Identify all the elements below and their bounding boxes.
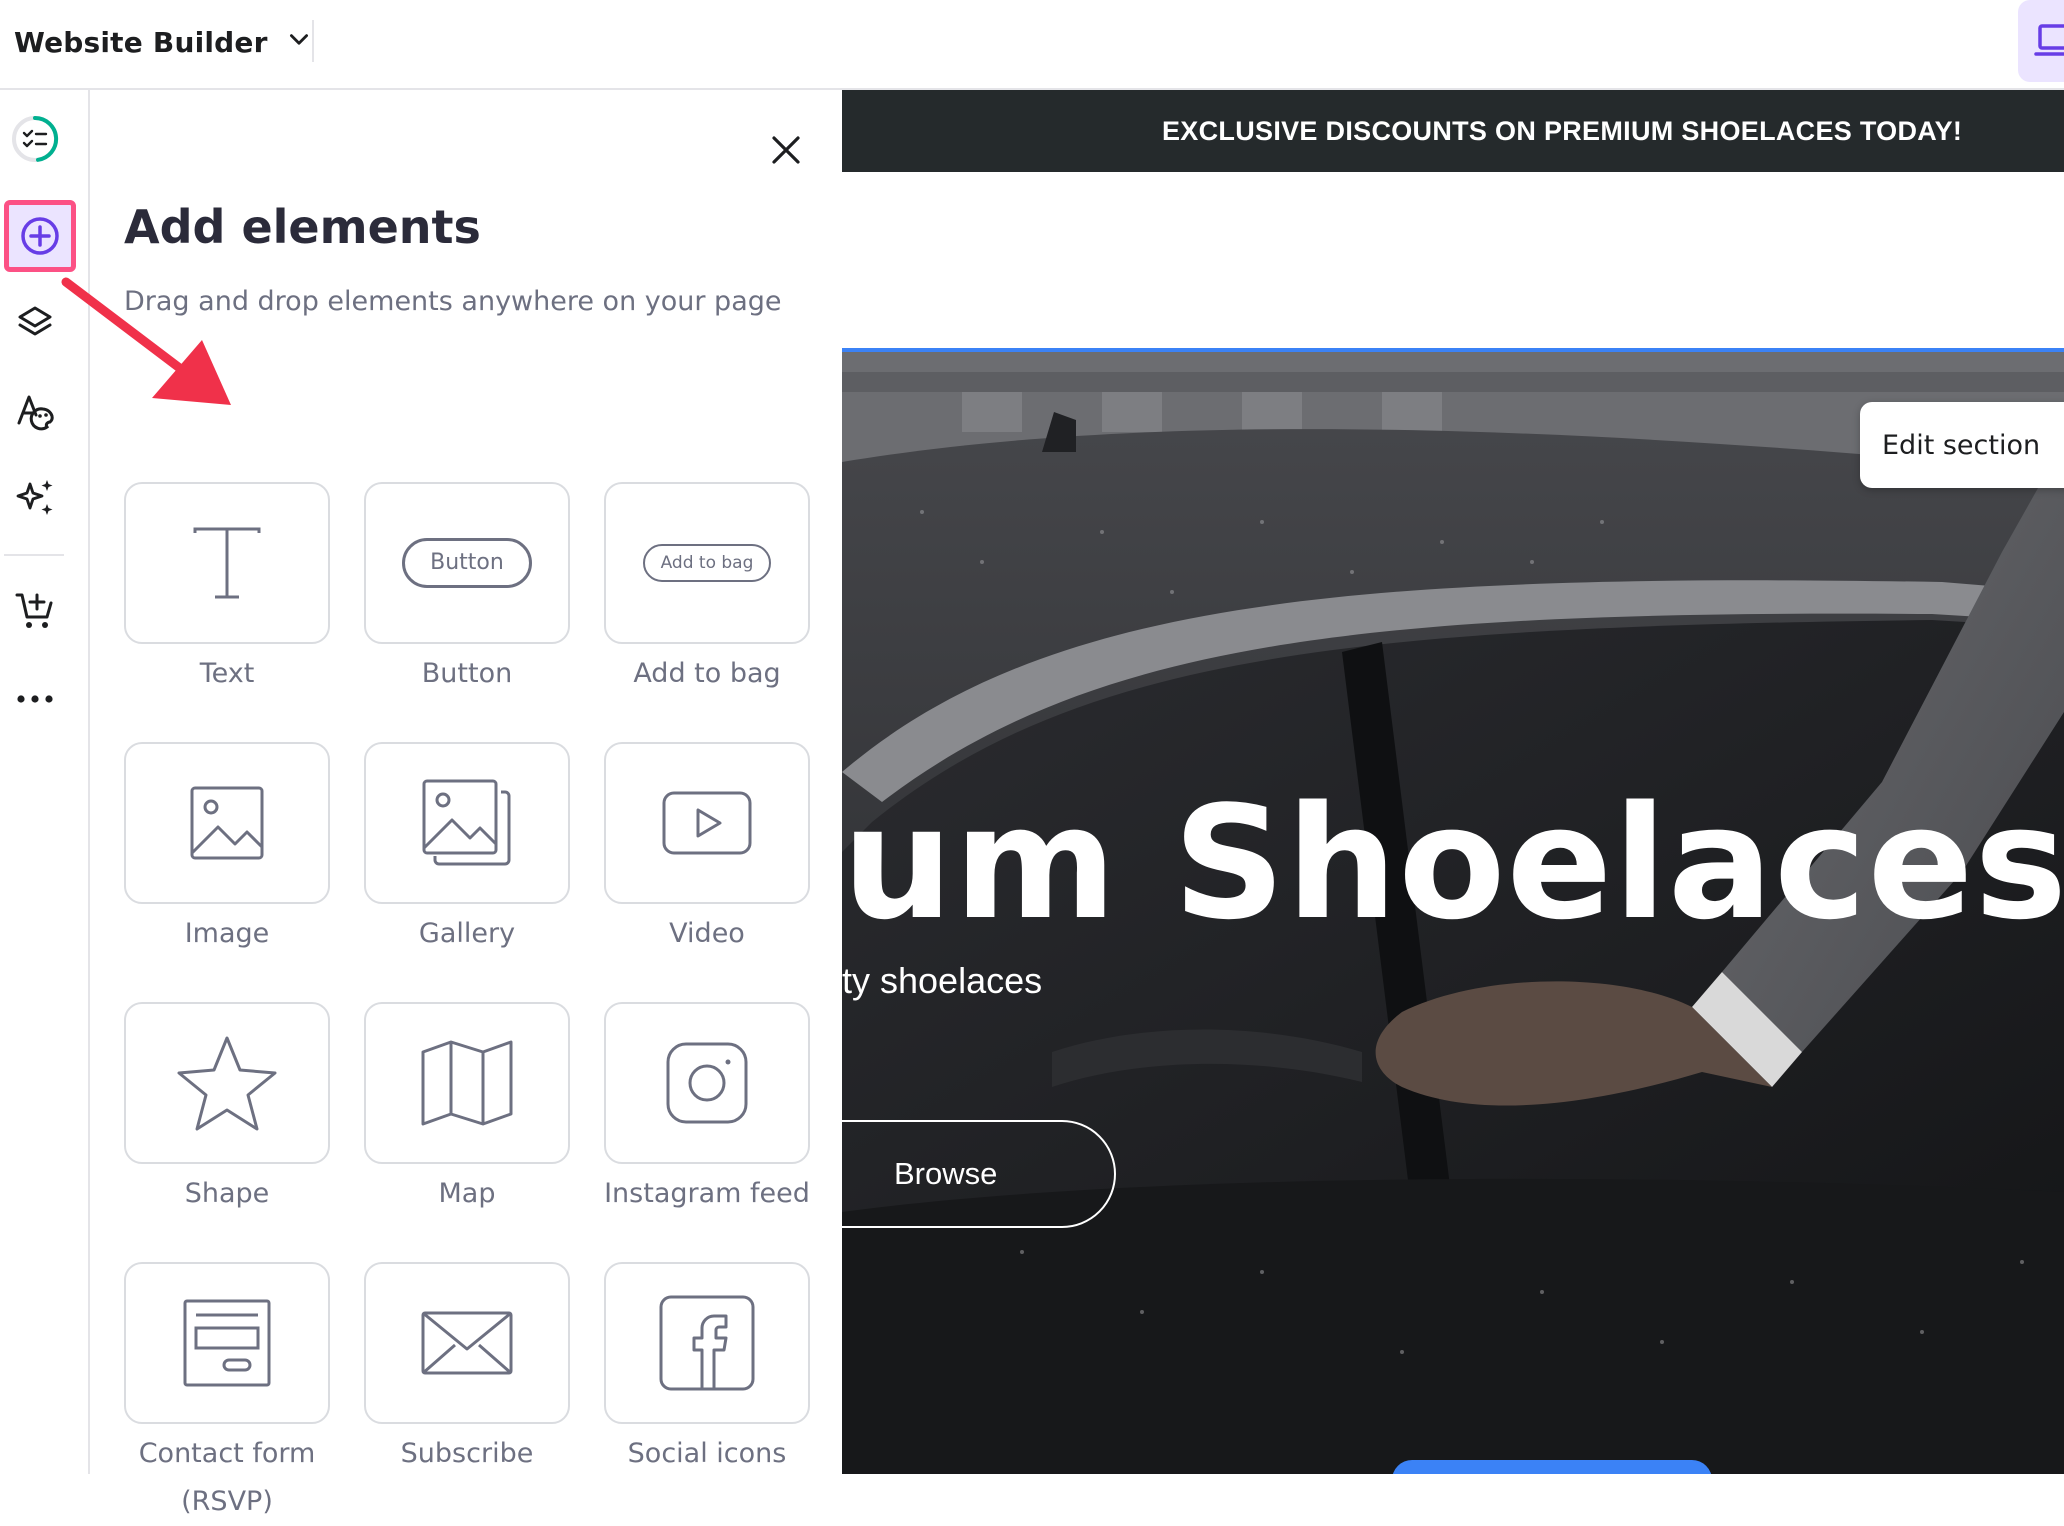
rail-divider: [4, 554, 64, 556]
envelope-icon: [421, 1311, 513, 1375]
more-horizontal-icon: [17, 695, 53, 703]
rail-item-more[interactable]: [0, 664, 70, 734]
hero-title-text: um Shoelaces: [842, 772, 2064, 954]
image-icon: [190, 786, 264, 860]
tile-label-subscribe: Subscribe: [400, 1438, 534, 1469]
text-icon: [193, 527, 261, 599]
hero-section[interactable]: um Shoelaces ty shoelaces Browse: [842, 352, 2064, 1474]
tile-video[interactable]: [604, 742, 810, 904]
tile-label-text: Text: [199, 658, 255, 689]
tile-label-image: Image: [184, 918, 270, 949]
header-section[interactable]: [842, 172, 2064, 352]
site-title: Website Builder: [14, 25, 268, 59]
browse-button-label: Browse: [894, 1156, 998, 1191]
tile-text[interactable]: [124, 482, 330, 644]
facebook-icon: [659, 1295, 755, 1391]
rail-item-checklist[interactable]: [0, 104, 70, 174]
tile-social-icons[interactable]: [604, 1262, 810, 1424]
add-circle-icon: [21, 217, 59, 255]
font-palette-icon: [17, 395, 54, 431]
pointer-arrow-icon: [61, 277, 231, 405]
panel-title: Add elements: [124, 200, 481, 254]
website-switcher[interactable]: Website Builder: [14, 20, 312, 64]
close-panel-button[interactable]: [762, 126, 810, 174]
gallery-icon: [422, 779, 511, 866]
tile-shape[interactable]: [124, 1002, 330, 1164]
page-canvas: EXCLUSIVE DISCOUNTS ON PREMIUM SHOELACES…: [842, 90, 2064, 1474]
promo-text: EXCLUSIVE DISCOUNTS ON PREMIUM SHOELACES…: [1162, 116, 1963, 146]
tile-label-instagram-feed: Instagram feed: [604, 1178, 810, 1209]
tile-label-social-icons: Social icons: [627, 1438, 787, 1469]
browse-button[interactable]: Browse: [842, 1120, 1116, 1228]
video-icon: [662, 791, 752, 855]
tile-instagram-feed[interactable]: [604, 1002, 810, 1164]
add-to-bag-preview: Add to bag: [643, 544, 771, 582]
button-preview: Button: [402, 538, 532, 588]
tile-contact-form[interactable]: [124, 1262, 330, 1424]
progress-checklist-icon: [12, 115, 59, 162]
toolbar-divider: [312, 20, 314, 62]
promo-banner[interactable]: EXCLUSIVE DISCOUNTS ON PREMIUM SHOELACES…: [842, 90, 2064, 172]
star-icon: [177, 1036, 277, 1131]
sparkles-icon: [16, 480, 53, 515]
tile-label-map: Map: [438, 1178, 496, 1209]
add-section-button[interactable]: [1392, 1460, 1712, 1474]
add-to-cart-icon: [15, 593, 53, 628]
close-icon: [772, 136, 800, 164]
tile-label-video: Video: [669, 918, 745, 949]
tile-button[interactable]: Button: [364, 482, 570, 644]
hero-subtitle-text: ty shoelaces: [842, 960, 1043, 1001]
rail-item-ai-tools[interactable]: [0, 464, 70, 534]
tile-label-shape: Shape: [184, 1178, 270, 1209]
tile-subscribe[interactable]: [364, 1262, 570, 1424]
tile-label-gallery: Gallery: [418, 918, 516, 949]
tile-label-contact-form: Contact form (RSVP): [138, 1438, 316, 1517]
rail-item-store[interactable]: [0, 576, 70, 646]
rail-item-add-elements[interactable]: [4, 200, 76, 272]
tile-label-button: Button: [421, 658, 513, 689]
tile-map[interactable]: [364, 1002, 570, 1164]
layers-icon: [18, 306, 52, 336]
instagram-icon: [666, 1042, 748, 1124]
tile-image[interactable]: [124, 742, 330, 904]
desktop-view-button[interactable]: [2018, 0, 2064, 82]
hero-title[interactable]: um Shoelaces: [842, 772, 2064, 954]
contact-form-icon: [183, 1299, 271, 1387]
tile-add-to-bag[interactable]: Add to bag: [604, 482, 810, 644]
tile-label-add-to-bag: Add to bag: [633, 658, 781, 689]
laptop-icon: [2034, 24, 2064, 56]
tile-gallery[interactable]: [364, 742, 570, 904]
chevron-down-icon: [286, 27, 312, 57]
top-bar: Website Builder: [0, 0, 2064, 90]
edit-section-button[interactable]: Edit section: [1860, 402, 2064, 488]
map-icon: [421, 1040, 513, 1126]
